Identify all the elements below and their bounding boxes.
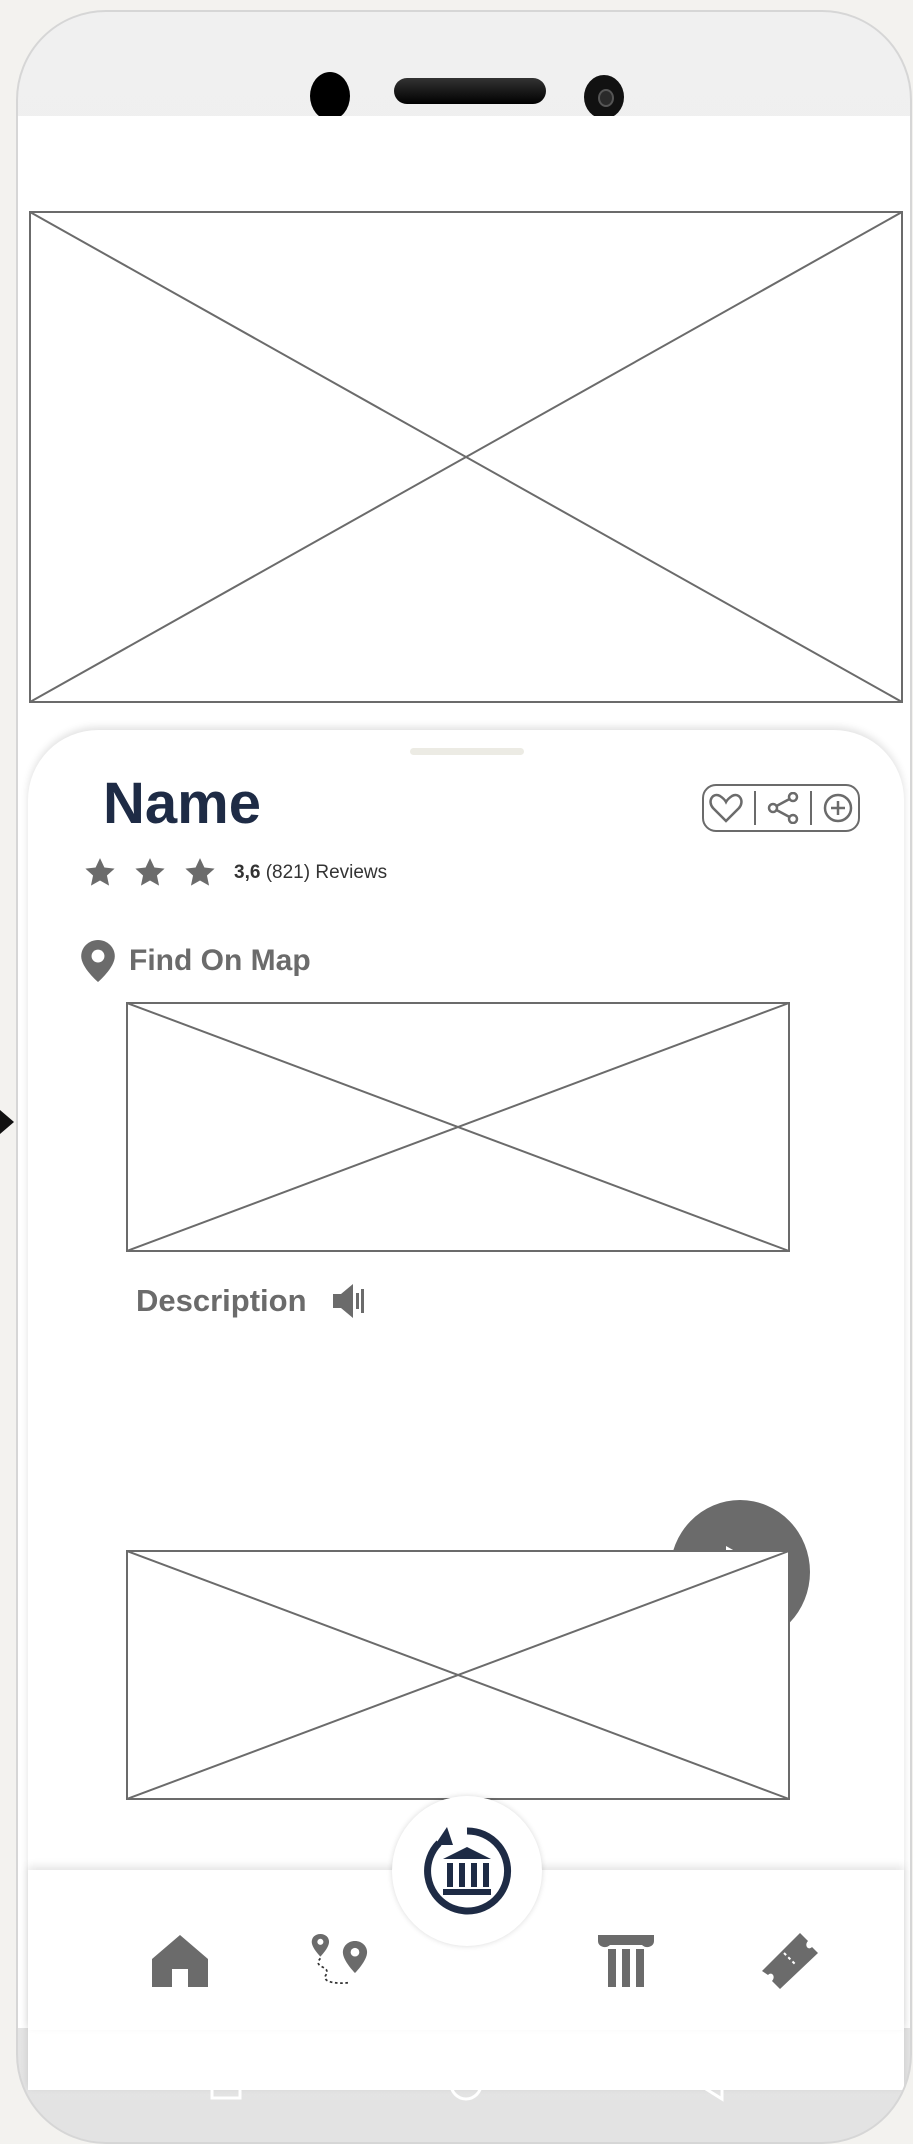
place-name: Name — [103, 771, 261, 836]
divider — [809, 791, 812, 825]
star-icon — [85, 858, 115, 886]
rating-summary: 3,6 (821) Reviews — [234, 862, 387, 884]
museum-icon — [424, 1827, 512, 1915]
front-camera — [584, 75, 624, 119]
home-circle-icon[interactable] — [448, 2066, 484, 2102]
phone-frame: Name 3,6 (821) Reviews Find On Map Descr… — [16, 10, 912, 2144]
description-label: Description — [136, 1283, 307, 1318]
share-icon[interactable] — [767, 792, 799, 824]
find-on-map-link[interactable]: Find On Map — [81, 940, 311, 982]
review-count: (821) — [265, 862, 311, 883]
nav-route[interactable] — [310, 1928, 374, 1992]
ticket-icon — [762, 1933, 818, 1989]
column-icon — [598, 1935, 654, 1987]
star-icon — [185, 858, 215, 886]
rating-value: 3,6 — [234, 862, 261, 883]
map-image-placeholder[interactable] — [126, 1002, 790, 1252]
find-on-map-label: Find On Map — [129, 944, 311, 977]
divider — [754, 791, 757, 825]
star-rating — [82, 856, 218, 890]
back-triangle-icon[interactable] — [694, 2066, 726, 2102]
drag-handle[interactable] — [410, 748, 524, 755]
heart-icon[interactable] — [709, 793, 744, 823]
earpiece-speaker — [394, 78, 546, 104]
description-header: Description — [136, 1282, 365, 1320]
secondary-image-placeholder — [126, 1550, 790, 1800]
front-sensor — [310, 72, 350, 120]
route-icon — [311, 1934, 368, 1984]
museum-fab[interactable] — [392, 1796, 542, 1946]
edge-arrow-icon — [0, 1110, 14, 1134]
home-icon — [152, 1935, 208, 1987]
add-icon[interactable] — [823, 793, 853, 823]
hero-image-placeholder — [29, 211, 903, 703]
system-nav-bar — [18, 2028, 910, 2142]
nav-collections[interactable] — [594, 1928, 658, 1992]
speaker-icon[interactable] — [331, 1282, 365, 1320]
star-icon — [135, 858, 165, 886]
recent-apps-icon[interactable] — [210, 2066, 242, 2100]
nav-tickets[interactable] — [758, 1928, 822, 1992]
app-screen: Name 3,6 (821) Reviews Find On Map Descr… — [18, 116, 910, 2090]
action-group — [702, 784, 860, 832]
map-pin-icon — [81, 940, 115, 982]
nav-home[interactable] — [148, 1928, 212, 1992]
reviews-label: Reviews — [315, 862, 388, 883]
